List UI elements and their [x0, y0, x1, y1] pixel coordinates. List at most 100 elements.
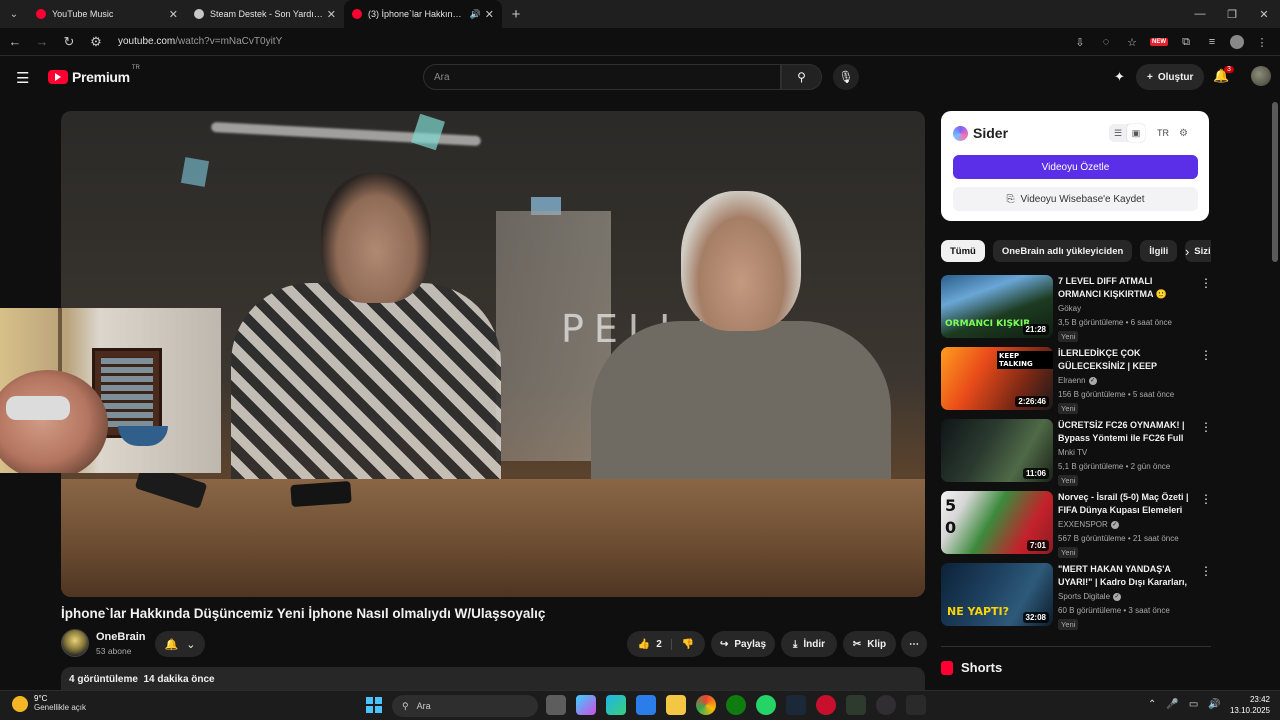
- tab-close-icon[interactable]: ✕: [169, 8, 178, 21]
- like-button[interactable]: 👍 2: [638, 638, 672, 650]
- forward-icon[interactable]: →: [30, 34, 54, 49]
- search-button[interactable]: ⚲: [781, 64, 822, 90]
- red-app-icon[interactable]: [816, 695, 836, 715]
- video-thumbnail[interactable]: 11:06: [941, 419, 1053, 482]
- chevron-right-icon[interactable]: ›: [1185, 244, 1189, 259]
- download-button[interactable]: ⤓ İndir: [781, 631, 837, 657]
- obs-icon[interactable]: [876, 695, 896, 715]
- dislike-button[interactable]: 👎: [678, 639, 694, 650]
- new-tab-button[interactable]: +: [502, 6, 530, 23]
- browser-tab-steam[interactable]: Steam Destek - Son Yardım Talebi ✕: [186, 0, 344, 28]
- settings-gear-icon[interactable]: ⚙: [1179, 128, 1188, 139]
- steam-icon[interactable]: [786, 695, 806, 715]
- page-scrollbar[interactable]: [1271, 97, 1279, 695]
- channel-name[interactable]: Mnki TV: [1058, 448, 1087, 457]
- more-vertical-icon[interactable]: ⋮: [1200, 492, 1212, 506]
- reload-icon[interactable]: ↻: [57, 34, 81, 50]
- recommended-video[interactable]: ORMANCI KIŞKIR 21:28 7 LEVEL DIFF ATMALI…: [941, 275, 1213, 342]
- whatsapp-icon[interactable]: [756, 695, 776, 715]
- install-app-icon[interactable]: ⇩: [1072, 36, 1088, 49]
- file-explorer-icon[interactable]: [666, 695, 686, 715]
- url-field[interactable]: youtube.com/watch?v=mNaCvT0yitY: [118, 36, 282, 47]
- create-button[interactable]: + Oluştur: [1136, 64, 1205, 90]
- minimize-icon[interactable]: —: [1184, 0, 1216, 28]
- share-button[interactable]: ↪ Paylaş: [711, 631, 775, 657]
- copilot-icon[interactable]: [576, 695, 596, 715]
- channel-name[interactable]: Elraenn ✓: [1058, 376, 1097, 385]
- chrome-icon[interactable]: [696, 695, 716, 715]
- new-badge[interactable]: NEW: [1150, 38, 1168, 46]
- site-info-icon[interactable]: ⚙: [84, 34, 108, 50]
- youtube-premium-logo[interactable]: Premium TR: [48, 65, 140, 85]
- xbox-icon[interactable]: [726, 695, 746, 715]
- chip-all[interactable]: Tümü: [941, 240, 985, 262]
- more-actions-button[interactable]: ⋯: [901, 631, 927, 657]
- video-title[interactable]: Norveç - İsrail (5-0) Maç Özeti | FIFA D…: [1058, 491, 1194, 517]
- tab-search-dropdown[interactable]: ⌄: [0, 0, 28, 28]
- tab-close-icon[interactable]: ✕: [327, 8, 336, 21]
- more-vertical-icon[interactable]: ⋮: [1200, 276, 1212, 290]
- video-thumbnail[interactable]: NE YAPTI? 32:08: [941, 563, 1053, 626]
- video-title[interactable]: ÜCRETSİZ FC26 OYNAMAK! | Bypass Yöntemi …: [1058, 419, 1194, 445]
- network-icon[interactable]: ▭: [1189, 699, 1198, 710]
- language-selector[interactable]: TR: [1157, 128, 1169, 138]
- recommended-video[interactable]: NE YAPTI? 32:08 "MERT HAKAN YANDAŞ'A UYA…: [941, 563, 1213, 630]
- more-vertical-icon[interactable]: ⋮: [1200, 564, 1212, 578]
- chip-from-uploader[interactable]: OneBrain adlı yükleyiciden: [992, 240, 1133, 262]
- recommended-video[interactable]: 5 0 7:01 Norveç - İsrail (5-0) Maç Özeti…: [941, 491, 1213, 558]
- clip-button[interactable]: ✂ Klip: [843, 631, 896, 657]
- task-view-icon[interactable]: [546, 695, 566, 715]
- channel-name[interactable]: OneBrain: [96, 631, 146, 643]
- store-icon[interactable]: [636, 695, 656, 715]
- browser-tab-youtube-music[interactable]: YouTube Music ✕: [28, 0, 186, 28]
- video-title[interactable]: "MERT HAKAN YANDAŞ'A UYARI!" | Kadro Dış…: [1058, 563, 1194, 589]
- microphone-icon[interactable]: 🎤: [1166, 699, 1178, 710]
- recommended-video[interactable]: 11:06 ÜCRETSİZ FC26 OYNAMAK! | Bypass Yö…: [941, 419, 1213, 486]
- save-to-wisebase-button[interactable]: ⎘ Videoyu Wisebase'e Kaydet: [953, 187, 1198, 211]
- video-title[interactable]: İLERLEDİKÇE ÇOK GÜLECEKSİNİZ | KEEP TALK…: [1058, 347, 1194, 373]
- more-vertical-icon[interactable]: ⋮: [1200, 348, 1212, 362]
- taskbar-search[interactable]: ⚲ Ara: [392, 695, 538, 717]
- video-thumbnail[interactable]: 5 0 7:01: [941, 491, 1053, 554]
- epic-games-icon[interactable]: [906, 695, 926, 715]
- list-view-icon[interactable]: ☰: [1109, 124, 1127, 142]
- audio-playing-icon[interactable]: 🔊: [470, 9, 481, 20]
- channel-avatar[interactable]: [61, 629, 89, 657]
- tab-close-icon[interactable]: ✕: [485, 8, 494, 21]
- volume-icon[interactable]: 🔊: [1208, 699, 1220, 710]
- voice-search-button[interactable]: 🎙: [833, 64, 859, 90]
- back-icon[interactable]: ←: [3, 34, 27, 49]
- channel-name[interactable]: Gökay: [1058, 304, 1081, 313]
- edge-icon[interactable]: [606, 695, 626, 715]
- scrollbar-thumb[interactable]: [1272, 102, 1278, 262]
- video-thumbnail[interactable]: KEEP TALKING 2:26:46: [941, 347, 1053, 410]
- media-control-icon[interactable]: ≡: [1204, 36, 1220, 48]
- extensions-icon[interactable]: ⧉: [1178, 36, 1194, 49]
- search-input[interactable]: [434, 71, 780, 83]
- sider-extension-icon[interactable]: ✦: [1114, 69, 1125, 85]
- channel-name[interactable]: Sports Digitale ✓: [1058, 592, 1122, 601]
- browser-menu-icon[interactable]: ⋮: [1254, 36, 1270, 49]
- video-title[interactable]: 7 LEVEL DIFF ATMALI ORMANCI KIŞKIRTMA 🙂: [1058, 275, 1194, 301]
- account-avatar[interactable]: [1251, 66, 1271, 86]
- recommended-video[interactable]: KEEP TALKING 2:26:46 İLERLEDİKÇE ÇOK GÜL…: [941, 347, 1213, 414]
- eye-off-icon[interactable]: ◌: [1098, 36, 1114, 48]
- video-thumbnail[interactable]: ORMANCI KIŞKIR 21:28: [941, 275, 1053, 338]
- restore-icon[interactable]: ❐: [1216, 0, 1248, 28]
- hamburger-menu-icon[interactable]: ☰: [16, 69, 29, 87]
- weather-widget[interactable]: 9°C Genellikle açık: [12, 694, 86, 712]
- bookmark-star-icon[interactable]: ☆: [1124, 36, 1140, 49]
- chevron-up-icon[interactable]: ⌃: [1148, 699, 1156, 710]
- channel-name[interactable]: EXXENSPOR ✓: [1058, 520, 1119, 529]
- windows-start-icon[interactable]: [366, 697, 382, 713]
- subscription-bell-button[interactable]: 🔔 ⌄: [155, 631, 205, 657]
- close-window-icon[interactable]: ✕: [1248, 0, 1280, 28]
- card-view-icon[interactable]: ▣: [1127, 124, 1145, 142]
- taskbar-clock[interactable]: 23:42 13.10.2025: [1226, 694, 1270, 716]
- chip-related[interactable]: İlgili: [1140, 240, 1178, 262]
- browser-tab-youtube-video[interactable]: (3) İphone`lar Hakkında Düşüncemiz 🔊 ✕: [344, 0, 502, 28]
- profile-avatar[interactable]: [1230, 35, 1244, 49]
- more-vertical-icon[interactable]: ⋮: [1200, 420, 1212, 434]
- battery-app-icon[interactable]: [846, 695, 866, 715]
- summarize-video-button[interactable]: Videoyu Özetle: [953, 155, 1198, 179]
